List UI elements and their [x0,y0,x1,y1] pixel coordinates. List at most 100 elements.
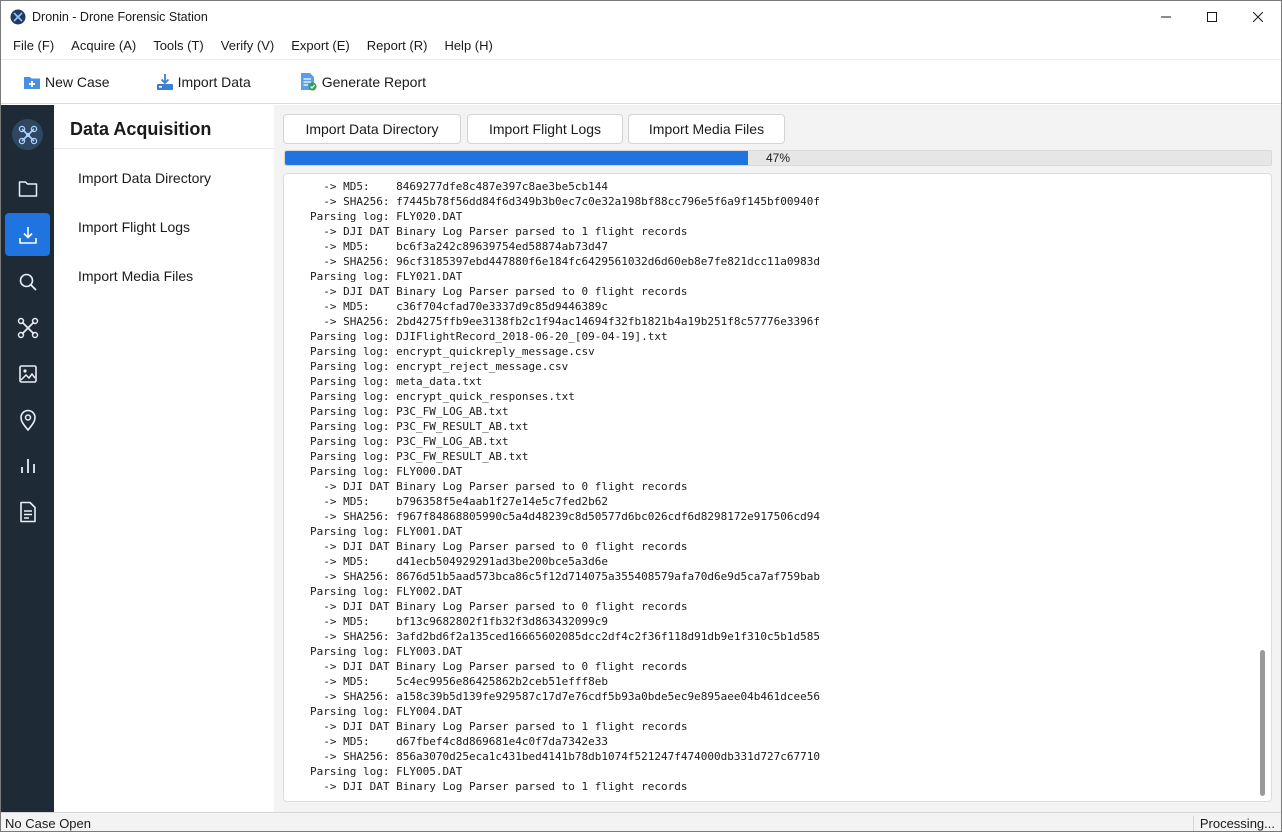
log-lines: -> MD5: 8469277dfe8c487e397c8ae3be5cb144… [310,179,1240,794]
rail-item-search[interactable] [5,260,50,303]
image-icon [18,364,37,383]
new-case-icon [22,72,42,92]
log-line: Parsing log: DJIFlightRecord_2018-06-20_… [310,330,668,343]
log-line: -> DJI DAT Binary Log Parser parsed to 0… [310,540,688,553]
new-case-button[interactable]: New Case [22,66,110,98]
subnav-item-import-flight-logs[interactable]: Import Flight Logs [78,219,190,235]
log-line: Parsing log: FLY003.DAT [310,645,463,658]
minimize-icon [1161,16,1171,17]
menu-help[interactable]: Help (H) [436,38,501,53]
log-scrollbar[interactable] [1260,650,1265,796]
log-line: -> MD5: bc6f3a242c89639754ed58874ab73d47 [310,240,609,253]
new-case-label: New Case [45,73,110,90]
acquisition-subnav: Data Acquisition Import Data Directory I… [54,105,274,812]
log-line: -> MD5: b796358f5e4aab1f27e14e5c7fed2b62 [310,495,609,508]
rail-item-media[interactable] [5,352,50,395]
progress-bar: 47% [284,150,1272,166]
log-line: -> DJI DAT Binary Log Parser parsed to 0… [310,660,688,673]
drone-logo-icon [12,119,43,150]
log-line: Parsing log: FLY021.DAT [310,270,463,283]
log-line: -> SHA256: f967f84868805990c5a4d48239c8d… [310,510,820,523]
log-line: Parsing log: FLY000.DAT [310,465,463,478]
subnav-item-import-media[interactable]: Import Media Files [78,268,193,284]
generate-report-button[interactable]: Generate Report [299,66,426,98]
menu-report[interactable]: Report (R) [359,38,437,53]
import-flight-logs-button[interactable]: Import Flight Logs [467,114,623,144]
log-line: -> SHA256: 8676d51b5aad573bca86c5f12d714… [310,570,820,583]
menu-tools[interactable]: Tools (T) [145,38,213,53]
maximize-icon [1207,11,1217,22]
menu-bar: File (F) Acquire (A) Tools (T) Verify (V… [1,32,1281,59]
log-line: -> SHA256: f7445b78f56dd84f6d349b3b0ec7c… [310,195,820,208]
rail-item-analytics[interactable] [5,444,50,487]
log-line: -> DJI DAT Binary Log Parser parsed to 0… [310,480,688,493]
log-line: -> SHA256: a158c39b5d139fe929587c17d7e76… [310,690,820,703]
rail-item-acquire[interactable] [5,213,50,256]
close-icon [1253,11,1263,22]
log-line: -> MD5: d41ecb504929291ad3be200bce5a3d6e [310,555,609,568]
window-controls [1143,1,1281,32]
subnav-divider [54,148,274,149]
log-line: -> DJI DAT Binary Log Parser parsed to 1… [310,720,688,733]
window-title: Dronin - Drone Forensic Station [32,9,208,24]
import-media-button[interactable]: Import Media Files [628,114,785,144]
minimize-button[interactable] [1143,1,1189,32]
rail-item-reports[interactable] [5,490,50,533]
main-panel: Import Data Directory Import Flight Logs… [274,105,1281,812]
maximize-button[interactable] [1189,1,1235,32]
log-line: Parsing log: encrypt_reject_message.csv [310,360,569,373]
log-line: -> SHA256: 96cf3185397ebd447880f6e184fc6… [310,255,820,268]
subnav-title: Data Acquisition [70,119,212,139]
toolbar: New Case Import Data Generate Report [1,59,1281,104]
log-line: -> MD5: 8469277dfe8c487e397c8ae3be5cb144 [310,180,609,193]
drone-icon [17,317,38,338]
log-line: -> SHA256: 2bd4275ffb9ee3138fb2c1f94ac14… [310,315,820,328]
log-line: -> DJI DAT Binary Log Parser parsed to 1… [310,780,688,793]
close-button[interactable] [1235,1,1281,32]
processing-status: Processing... [1192,816,1275,831]
log-output[interactable]: -> MD5: 8469277dfe8c487e397c8ae3be5cb144… [283,173,1272,802]
import-data-label: Import Data [177,73,251,90]
sidebar-rail [1,105,54,812]
menu-file[interactable]: File (F) [5,38,63,53]
menu-acquire[interactable]: Acquire (A) [63,38,145,53]
search-icon [19,273,37,291]
app-logo-icon [10,9,26,25]
rail-item-map[interactable] [5,398,50,441]
log-line: -> SHA256: 856a3070d25eca1c431bed4141b78… [310,750,820,763]
rail-item-cases[interactable] [5,167,50,210]
import-data-button[interactable]: Import Data [155,66,251,98]
case-status: No Case Open [5,816,91,831]
generate-report-icon [299,72,319,92]
log-line: -> DJI DAT Binary Log Parser parsed to 0… [310,600,688,613]
log-line: Parsing log: P3C_FW_RESULT_AB.txt [310,450,529,463]
status-bar: No Case Open Processing... [1,812,1281,831]
menu-export[interactable]: Export (E) [283,38,359,53]
log-line: -> MD5: d67fbef4c8d869681e4c0f7da7342e33 [310,735,609,748]
log-line: Parsing log: P3C_FW_RESULT_AB.txt [310,420,529,433]
document-icon [19,501,36,522]
log-line: Parsing log: FLY020.DAT [310,210,463,223]
progress-fill [285,151,749,165]
location-pin-icon [19,409,36,431]
log-line: Parsing log: FLY002.DAT [310,585,463,598]
log-line: Parsing log: FLY005.DAT [310,765,463,778]
log-line: Parsing log: P3C_FW_LOG_AB.txt [310,435,509,448]
subnav-item-import-directory[interactable]: Import Data Directory [78,170,211,186]
bar-chart-icon [20,458,35,473]
log-line: -> DJI DAT Binary Log Parser parsed to 1… [310,225,688,238]
progress-label: 47% [766,151,791,165]
app-window: Dronin - Drone Forensic Station File (F)… [0,0,1282,832]
log-line: Parsing log: meta_data.txt [310,375,483,388]
download-icon [18,226,37,244]
log-line: -> MD5: bf13c9682802f1fb32f3d863432099c9 [310,615,609,628]
log-line: -> DJI DAT Binary Log Parser parsed to 0… [310,285,688,298]
import-directory-button[interactable]: Import Data Directory [283,114,461,144]
log-line: Parsing log: P3C_FW_LOG_AB.txt [310,405,509,418]
generate-report-label: Generate Report [321,73,427,90]
menu-verify[interactable]: Verify (V) [213,38,283,53]
rail-item-drone[interactable] [5,306,50,349]
log-line: -> MD5: 5c4ec9956e86425862b2ceb51efff8eb [310,675,609,688]
title-bar: Dronin - Drone Forensic Station [1,1,1281,32]
log-line: Parsing log: encrypt_quickreply_message.… [310,345,595,358]
